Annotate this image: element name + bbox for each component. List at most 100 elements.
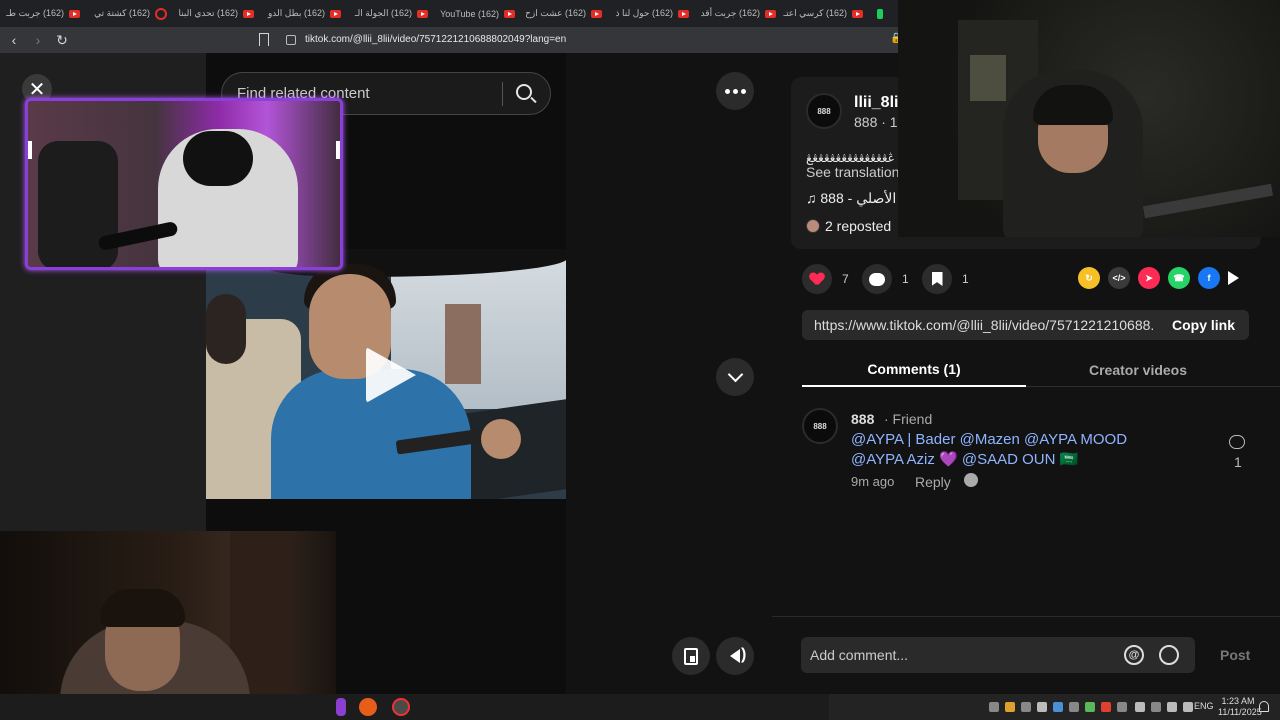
browser-tab[interactable]: (162) عشت ازح bbox=[522, 0, 609, 27]
tray-icon[interactable] bbox=[1085, 702, 1095, 712]
commenter-name[interactable]: 888 bbox=[851, 411, 874, 427]
comment-text[interactable]: @AYPA | Bader @Mazen @AYPA MOOD @AYPA Az… bbox=[851, 430, 1151, 470]
embed-icon[interactable]: </> bbox=[1108, 267, 1130, 289]
play-icon[interactable] bbox=[366, 347, 416, 403]
tray-icon[interactable] bbox=[1053, 702, 1063, 712]
site-info-icon[interactable] bbox=[286, 35, 296, 45]
clock[interactable]: 1:23 AM 11/11/2025 bbox=[1218, 696, 1262, 718]
tray-icon[interactable] bbox=[1101, 702, 1111, 712]
youtube-icon bbox=[417, 9, 428, 18]
music-title: 888 - الأصلي bbox=[820, 190, 897, 206]
next-video-button[interactable] bbox=[716, 358, 754, 396]
send-icon[interactable]: ➤ bbox=[1138, 267, 1160, 289]
comment-like-icon[interactable] bbox=[1229, 435, 1245, 449]
browser-tab-label: (162) كشتة تي bbox=[94, 8, 150, 18]
mention-icon[interactable]: @ bbox=[1124, 645, 1144, 665]
clock-time: 1:23 AM bbox=[1221, 696, 1255, 706]
microphone-icon[interactable] bbox=[1135, 702, 1145, 712]
video-link-text[interactable]: https://www.tiktok.com/@llii_8lii/video/… bbox=[814, 317, 1154, 333]
webcam-chair bbox=[38, 141, 118, 267]
facebook-icon[interactable]: f bbox=[1198, 267, 1220, 289]
obs-icon[interactable] bbox=[392, 698, 410, 716]
bookmark-icon[interactable] bbox=[259, 33, 269, 46]
author-subline: 888 · 1 bbox=[854, 114, 898, 130]
comment-time: 9m ago bbox=[851, 474, 895, 489]
speaker-icon[interactable] bbox=[1167, 702, 1177, 712]
reply-button[interactable]: Reply bbox=[915, 474, 951, 490]
browser-tab[interactable]: (162) تحدي البنا bbox=[174, 0, 261, 27]
comment-button[interactable]: 1 bbox=[862, 264, 909, 294]
tray-icon[interactable] bbox=[989, 702, 999, 712]
music-link[interactable]: ♫ 888 - الأصلي bbox=[806, 190, 896, 207]
like-button[interactable]: 7 bbox=[802, 264, 849, 294]
browser-tab[interactable]: (162) كشتة تي bbox=[87, 0, 174, 27]
comment-input[interactable]: Add comment... @ bbox=[801, 637, 1195, 673]
picture-in-picture-button[interactable] bbox=[672, 637, 710, 675]
post-button[interactable]: Post bbox=[1220, 647, 1250, 663]
comment-like-count: 1 bbox=[1234, 454, 1242, 470]
clock-date: 11/11/2025 bbox=[1218, 707, 1262, 717]
webcam-bottom-hair bbox=[100, 589, 185, 627]
tab-comments[interactable]: Comments (1) bbox=[802, 353, 1026, 387]
like-circle bbox=[802, 264, 832, 294]
search-divider bbox=[502, 82, 503, 106]
save-circle bbox=[922, 264, 952, 294]
notification-icon[interactable] bbox=[1259, 701, 1269, 712]
taskbar-app-icon[interactable] bbox=[336, 698, 346, 716]
reposted-by[interactable]: 2 reposted bbox=[806, 218, 891, 234]
search-icon[interactable] bbox=[516, 84, 532, 100]
youtube-icon bbox=[504, 9, 515, 18]
browser-tab-kick[interactable] bbox=[870, 0, 890, 27]
tray-icon[interactable] bbox=[1021, 702, 1031, 712]
repost-icon[interactable]: ↻ bbox=[1078, 267, 1100, 289]
youtube-icon bbox=[69, 9, 80, 18]
reload-icon[interactable]: ↻ bbox=[52, 30, 72, 50]
author-avatar[interactable]: 888 bbox=[806, 93, 842, 129]
reaction-avatar bbox=[964, 473, 978, 487]
share-icons: ↻ </> ➤ ☎ f bbox=[1078, 267, 1239, 289]
tray-icon[interactable] bbox=[1151, 702, 1161, 712]
browser-tab[interactable]: (162) حول لنا ذ bbox=[609, 0, 696, 27]
friend-tag: · Friend bbox=[884, 411, 933, 427]
tray-icon[interactable] bbox=[1117, 702, 1127, 712]
emoji-icon[interactable] bbox=[1159, 645, 1179, 665]
youtube-icon bbox=[852, 9, 863, 18]
tray-icon[interactable] bbox=[1069, 702, 1079, 712]
see-translation-link[interactable]: See translation bbox=[806, 164, 899, 180]
save-count: 1 bbox=[962, 272, 969, 286]
author-username[interactable]: llii_8li bbox=[854, 94, 898, 112]
tab-creator-videos[interactable]: Creator videos bbox=[1026, 353, 1250, 387]
back-icon[interactable]: ‹ bbox=[4, 30, 24, 50]
youtube-icon bbox=[678, 9, 689, 18]
whatsapp-icon[interactable]: ☎ bbox=[1168, 267, 1190, 289]
volume-button[interactable] bbox=[716, 637, 754, 675]
address-bar[interactable]: tiktok.com/@llii_8lii/video/757122121068… bbox=[305, 34, 566, 45]
network-icon[interactable] bbox=[1183, 702, 1193, 712]
browser-tab[interactable]: (162) بطل الدو bbox=[261, 0, 348, 27]
browser-tab-label: (162) تحدي البنا bbox=[178, 8, 238, 18]
language-indicator[interactable]: ENG bbox=[1194, 701, 1214, 711]
more-options-button[interactable] bbox=[716, 72, 754, 110]
browser-tab-label: (162) كرسي اعتـ bbox=[783, 8, 847, 18]
browser-tab[interactable]: (162) جربت أقد bbox=[696, 0, 783, 27]
forward-icon[interactable]: › bbox=[28, 30, 48, 50]
pip-icon bbox=[684, 647, 698, 665]
composer-divider bbox=[772, 616, 1280, 617]
copy-link-button[interactable]: Copy link bbox=[1158, 310, 1249, 340]
share-arrow-icon[interactable] bbox=[1228, 271, 1239, 285]
tray-icon[interactable] bbox=[1037, 702, 1047, 712]
browser-tab[interactable]: (162) YouTube bbox=[435, 0, 522, 27]
browser-tab[interactable]: (162) الجولة الـ bbox=[348, 0, 435, 27]
browser-tab[interactable]: (162) كرسي اعتـ bbox=[783, 0, 870, 27]
video-player[interactable] bbox=[206, 249, 566, 499]
browser-tab-label: (162) بطل الدو bbox=[267, 8, 325, 18]
post-caption: ڠڠڠڠڠڠڠڠڠڠڠڠڠڠڠ bbox=[806, 151, 895, 165]
video-link-box[interactable]: https://www.tiktok.com/@llii_8lii/video/… bbox=[802, 310, 1249, 340]
commenter-avatar[interactable]: 888 bbox=[802, 408, 838, 444]
youtube-icon bbox=[765, 9, 776, 18]
save-button[interactable]: 1 bbox=[922, 264, 969, 294]
firefox-icon[interactable] bbox=[359, 698, 377, 716]
browser-tab[interactable]: (162) جربت طـ bbox=[0, 0, 87, 27]
tray-icon[interactable] bbox=[1005, 702, 1015, 712]
streamer-webcam-right bbox=[898, 0, 1280, 237]
